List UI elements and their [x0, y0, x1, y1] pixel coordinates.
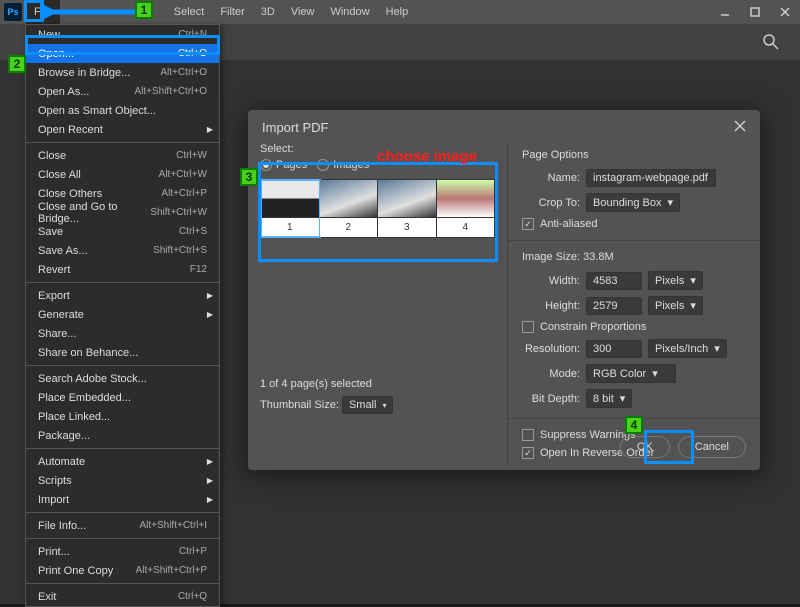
annotation-tag-1: 1: [135, 1, 153, 19]
window-close[interactable]: [770, 0, 800, 24]
menuitem-open-recent[interactable]: Open Recent▶: [26, 120, 219, 139]
window-minimize[interactable]: [710, 0, 740, 24]
menuitem-save-as[interactable]: Save As...Shift+Ctrl+S: [26, 241, 219, 260]
antialias-checkbox[interactable]: [522, 218, 534, 230]
thumbsize-select[interactable]: Small▾: [342, 396, 394, 414]
menuitem-share[interactable]: Share...: [26, 324, 219, 343]
menu-help[interactable]: Help: [378, 0, 417, 24]
suppress-checkbox[interactable]: [522, 429, 534, 441]
ps-logo: Ps: [4, 3, 22, 21]
menuitem-place-linked[interactable]: Place Linked...: [26, 407, 219, 426]
imgsize-header: Image Size: 33.8M: [522, 251, 746, 263]
width-input[interactable]: 4583: [586, 272, 642, 290]
menuitem-open-as-smart-object[interactable]: Open as Smart Object...: [26, 101, 219, 120]
resolution-input[interactable]: 300: [586, 340, 642, 358]
menuitem-revert[interactable]: RevertF12: [26, 260, 219, 279]
ok-button[interactable]: OK: [620, 436, 670, 458]
menuitem-file-info[interactable]: File Info...Alt+Shift+Ctrl+I: [26, 516, 219, 535]
annotation-arrow: [40, 2, 150, 22]
menu-window[interactable]: Window: [322, 0, 377, 24]
menuitem-close-and-go-to-bridge[interactable]: Close and Go to Bridge...Shift+Ctrl+W: [26, 203, 219, 222]
menuitem-package[interactable]: Package...: [26, 426, 219, 445]
thumbnail-3[interactable]: 3: [378, 180, 437, 237]
menu-filter[interactable]: Filter: [212, 0, 252, 24]
menuitem-export[interactable]: Export▶: [26, 286, 219, 305]
thumbnail-1[interactable]: 1: [261, 180, 320, 237]
thumbsize-label: Thumbnail Size:: [260, 399, 339, 411]
import-pdf-dialog: Import PDF Select: Pages Images 1 2 3 4 …: [248, 110, 760, 470]
menuitem-browse-in-bridge[interactable]: Browse in Bridge...Alt+Ctrl+O: [26, 63, 219, 82]
search-icon[interactable]: [762, 33, 780, 51]
thumbnail-grid: 1 2 3 4: [260, 179, 495, 238]
thumbnail-4[interactable]: 4: [437, 180, 495, 237]
constrain-checkbox[interactable]: [522, 321, 534, 333]
menuitem-print[interactable]: Print...Ctrl+P: [26, 542, 219, 561]
menu-3d[interactable]: 3D: [253, 0, 283, 24]
dialog-title: Import PDF: [262, 120, 328, 135]
menuitem-import[interactable]: Import▶: [26, 490, 219, 509]
selection-status: 1 of 4 page(s) selected: [260, 378, 500, 390]
menuitem-scripts[interactable]: Scripts▶: [26, 471, 219, 490]
menuitem-open[interactable]: Open...Ctrl+O: [26, 44, 219, 63]
cropto-select[interactable]: Bounding Box▾: [586, 193, 680, 212]
menuitem-generate[interactable]: Generate▶: [26, 305, 219, 324]
annotation-tag-2: 2: [8, 55, 26, 73]
mode-select[interactable]: RGB Color▾: [586, 364, 676, 383]
name-input[interactable]: instagram-webpage.pdf: [586, 169, 716, 187]
menuitem-close[interactable]: CloseCtrl+W: [26, 146, 219, 165]
page-options-header: Page Options: [522, 149, 746, 161]
menuitem-share-on-behance[interactable]: Share on Behance...: [26, 343, 219, 362]
cancel-button[interactable]: Cancel: [678, 436, 746, 458]
reverse-checkbox[interactable]: [522, 447, 534, 459]
menuitem-place-embedded[interactable]: Place Embedded...: [26, 388, 219, 407]
menu-view[interactable]: View: [283, 0, 323, 24]
annotation-choose-image: choose image: [377, 148, 477, 165]
menuitem-print-one-copy[interactable]: Print One CopyAlt+Shift+Ctrl+P: [26, 561, 219, 580]
menuitem-exit[interactable]: ExitCtrl+Q: [26, 587, 219, 606]
menu-select[interactable]: Select: [166, 0, 213, 24]
file-menu-dropdown: New...Ctrl+NOpen...Ctrl+OBrowse in Bridg…: [25, 24, 220, 607]
annotation-tag-3: 3: [240, 168, 258, 186]
radio-images[interactable]: Images: [317, 159, 369, 171]
annotation-tag-4: 4: [625, 416, 643, 434]
bitdepth-select[interactable]: 8 bit▾: [586, 389, 632, 408]
menuitem-save[interactable]: SaveCtrl+S: [26, 222, 219, 241]
height-units[interactable]: Pixels▾: [648, 296, 703, 315]
dialog-close-icon[interactable]: [734, 120, 746, 135]
height-input[interactable]: 2579: [586, 297, 642, 315]
menuitem-search-adobe-stock[interactable]: Search Adobe Stock...: [26, 369, 219, 388]
thumbnail-2[interactable]: 2: [320, 180, 379, 237]
menuitem-new[interactable]: New...Ctrl+N: [26, 25, 219, 44]
menuitem-open-as[interactable]: Open As...Alt+Shift+Ctrl+O: [26, 82, 219, 101]
radio-pages[interactable]: Pages: [260, 159, 307, 171]
menuitem-close-all[interactable]: Close AllAlt+Ctrl+W: [26, 165, 219, 184]
resolution-units[interactable]: Pixels/Inch▾: [648, 339, 727, 358]
window-maximize[interactable]: [740, 0, 770, 24]
menuitem-automate[interactable]: Automate▶: [26, 452, 219, 471]
width-units[interactable]: Pixels▾: [648, 271, 703, 290]
